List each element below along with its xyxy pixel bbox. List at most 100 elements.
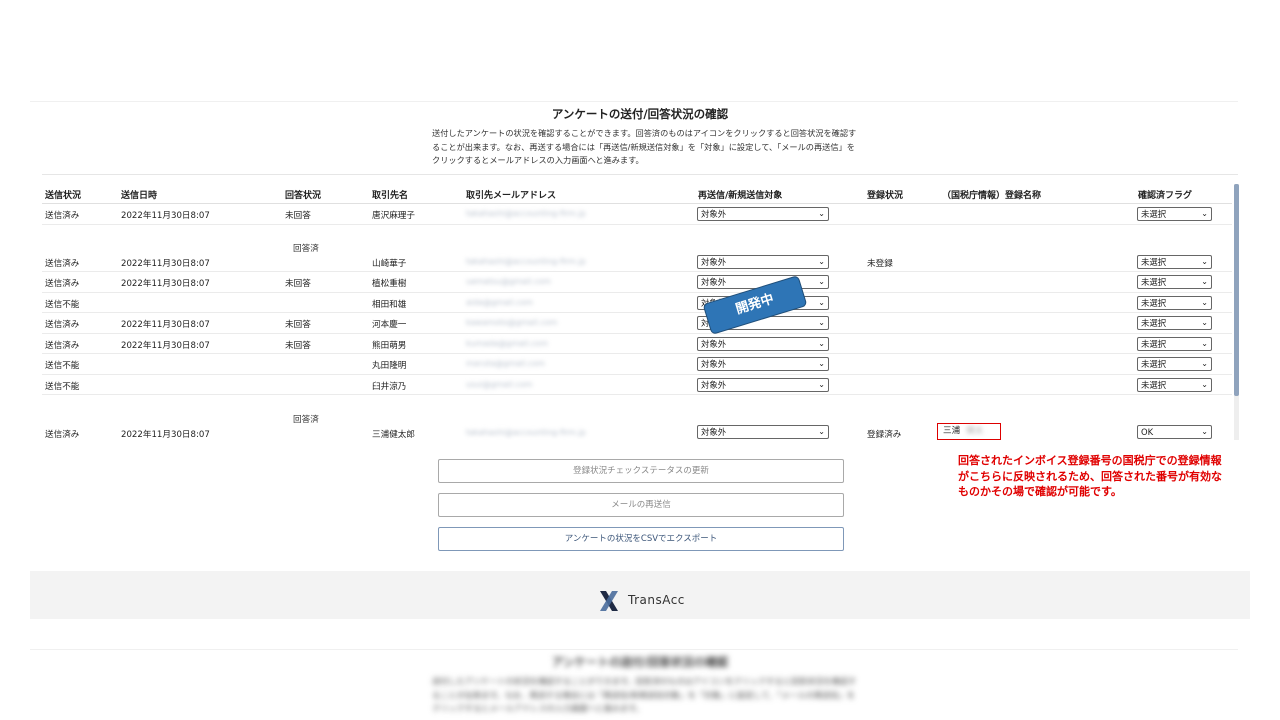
client-name: 相田和雄 xyxy=(372,300,407,310)
table-scrollbar[interactable] xyxy=(1234,184,1239,440)
client-email: aida@gmail.com xyxy=(466,298,533,307)
client-name: 三浦健太郎 xyxy=(372,430,415,440)
brand-name: TransAcc xyxy=(628,593,685,607)
table-row: 送信済み 2022年11月30日8:07 未回答 唐沢麻理子 takahashi… xyxy=(42,204,1232,225)
sent-at: 2022年11月30日8:07 xyxy=(121,259,210,269)
update-status-button[interactable]: 登録状況チェックステータスの更新 xyxy=(438,459,844,483)
send-status: 送信済み xyxy=(45,341,80,351)
col-client-name: 取引先名 xyxy=(372,191,409,201)
client-email: kumada@gmail.com xyxy=(466,339,548,348)
resend-target-select[interactable]: 対象外 ⌄ xyxy=(697,357,829,371)
col-registered-name: （国税庁情報）登録名称 xyxy=(942,191,1042,201)
send-status: 送信済み xyxy=(45,259,80,269)
client-email: kawamoto@gmail.com xyxy=(466,318,558,327)
sent-at: 2022年11月30日8:07 xyxy=(121,341,210,351)
answered-icon-link[interactable]: 回答済 xyxy=(293,413,319,425)
confirmed-flag-select[interactable]: 未選択 ⌄ xyxy=(1137,296,1212,310)
col-registration-status: 登録状況 xyxy=(867,191,904,201)
resend-email-button[interactable]: メールの再送信 xyxy=(438,493,844,517)
resend-target-value: 対象外 xyxy=(701,359,727,369)
col-sent-at: 送信日時 xyxy=(121,191,158,201)
client-name: 臼井涼乃 xyxy=(372,382,407,392)
chevron-down-icon: ⌄ xyxy=(818,298,825,307)
resend-target-select[interactable]: 対象外 ⌄ xyxy=(697,378,829,392)
resend-target-select[interactable]: 対象外 ⌄ xyxy=(697,337,829,351)
resend-target-value: 対象外 xyxy=(701,380,727,390)
client-email: takahashi@accounting-firm.jp xyxy=(466,257,586,266)
confirmed-flag-value: 未選択 xyxy=(1141,339,1167,349)
chevron-down-icon: ⌄ xyxy=(1201,318,1208,327)
annotation-note: 回答されたインボイス登録番号の国税庁での登録情報がこちらに反映されるため、回答さ… xyxy=(958,454,1222,498)
send-status: 送信不能 xyxy=(45,300,80,310)
confirmed-flag-select[interactable]: OK ⌄ xyxy=(1137,425,1212,439)
survey-status-table: 送信状況 送信日時 回答状況 取引先名 取引先メールアドレス 再送信/新規送信対… xyxy=(42,184,1232,440)
chevron-down-icon: ⌄ xyxy=(818,359,825,368)
chevron-down-icon: ⌄ xyxy=(1201,427,1208,436)
confirmed-flag-select[interactable]: 未選択 ⌄ xyxy=(1137,207,1212,221)
client-name: 山崎華子 xyxy=(372,259,407,269)
send-status: 送信済み xyxy=(45,211,80,221)
send-status: 送信済み xyxy=(45,320,80,330)
scrollbar-thumb[interactable] xyxy=(1234,184,1239,396)
client-name: 河本慶一 xyxy=(372,320,407,330)
registration-status: 未登録 xyxy=(867,259,893,269)
sent-at: 2022年11月30日8:07 xyxy=(121,279,210,289)
table-row: 回答済 送信済み 2022年11月30日8:07 山崎華子 takahashi@… xyxy=(42,225,1232,272)
confirmed-flag-value: 未選択 xyxy=(1141,359,1167,369)
sent-at: 2022年11月30日8:07 xyxy=(121,430,210,440)
export-csv-button[interactable]: アンケートの状況をCSVでエクスポート xyxy=(438,527,844,551)
sent-at: 2022年11月30日8:07 xyxy=(121,320,210,330)
registration-status: 登録済み xyxy=(867,430,902,440)
table-row: 送信不能 臼井涼乃 usui@gmail.com 対象外 ⌄ 未選択 ⌄ xyxy=(42,375,1232,395)
resend-target-select[interactable]: 対象外 ⌄ xyxy=(697,207,829,221)
confirmed-flag-select[interactable]: 未選択 ⌄ xyxy=(1137,316,1212,330)
registered-name-field: 三浦 健太 xyxy=(937,423,1001,440)
client-email: takahashi@accounting-firm.jp xyxy=(466,428,586,437)
send-status: 送信不能 xyxy=(45,361,80,371)
confirmed-flag-select[interactable]: 未選択 ⌄ xyxy=(1137,255,1212,269)
col-confirmed-flag: 確認済フラグ xyxy=(1138,191,1193,201)
confirmed-flag-select[interactable]: 未選択 ⌄ xyxy=(1137,357,1212,371)
send-status: 送信済み xyxy=(45,279,80,289)
page-description: 送付したアンケートの状況を確認することができます。回答済のものはアイコンをクリッ… xyxy=(432,128,857,165)
client-name: 植松重樹 xyxy=(372,279,407,289)
chevron-down-icon: ⌄ xyxy=(818,277,825,286)
table-row: 送信不能 丸田隆明 maruta@gmail.com 対象外 ⌄ 未選択 ⌄ xyxy=(42,354,1232,375)
resend-target-select[interactable]: 対象外 ⌄ xyxy=(697,425,829,439)
answer-status: 未回答 xyxy=(285,320,311,330)
section-divider xyxy=(42,174,1238,175)
resend-target-select[interactable]: 対象外 ⌄ xyxy=(697,255,829,269)
col-client-email: 取引先メールアドレス xyxy=(466,191,557,201)
chevron-down-icon: ⌄ xyxy=(1201,380,1208,389)
confirmed-flag-select[interactable]: 未選択 ⌄ xyxy=(1137,275,1212,289)
col-answer-status: 回答状況 xyxy=(285,191,322,201)
top-divider xyxy=(30,101,1238,102)
registered-name-value: 三浦 xyxy=(943,426,961,436)
confirmed-flag-value: 未選択 xyxy=(1141,209,1167,219)
client-email: uematsu@gmail.com xyxy=(466,277,551,286)
client-name: 丸田隆明 xyxy=(372,361,407,371)
confirmed-flag-select[interactable]: 未選択 ⌄ xyxy=(1137,337,1212,351)
chevron-down-icon: ⌄ xyxy=(1201,339,1208,348)
chevron-down-icon: ⌄ xyxy=(1201,257,1208,266)
chevron-down-icon: ⌄ xyxy=(818,318,825,327)
confirmed-flag-value: 未選択 xyxy=(1141,318,1167,328)
resend-target-value: 対象外 xyxy=(701,257,727,267)
resend-target-value: 対象外 xyxy=(701,339,727,349)
table-header: 送信状況 送信日時 回答状況 取引先名 取引先メールアドレス 再送信/新規送信対… xyxy=(42,184,1232,204)
answer-status: 未回答 xyxy=(285,211,311,221)
client-name: 唐沢麻理子 xyxy=(372,211,415,221)
resend-target-value: 対象外 xyxy=(701,427,727,437)
ghost-page-title: アンケートの送付/回答状況の確認 xyxy=(551,655,729,669)
confirmed-flag-select[interactable]: 未選択 ⌄ xyxy=(1137,378,1212,392)
chevron-down-icon: ⌄ xyxy=(1201,298,1208,307)
confirmed-flag-value: 未選択 xyxy=(1141,257,1167,267)
client-email: usui@gmail.com xyxy=(466,380,533,389)
answered-icon-link[interactable]: 回答済 xyxy=(293,242,319,254)
chevron-down-icon: ⌄ xyxy=(818,257,825,266)
chevron-down-icon: ⌄ xyxy=(818,427,825,436)
chevron-down-icon: ⌄ xyxy=(1201,277,1208,286)
table-row: 回答済 送信済み 2022年11月30日8:07 三浦健太郎 takahashi… xyxy=(42,395,1232,440)
sent-at: 2022年11月30日8:07 xyxy=(121,211,210,221)
confirmed-flag-value: 未選択 xyxy=(1141,380,1167,390)
